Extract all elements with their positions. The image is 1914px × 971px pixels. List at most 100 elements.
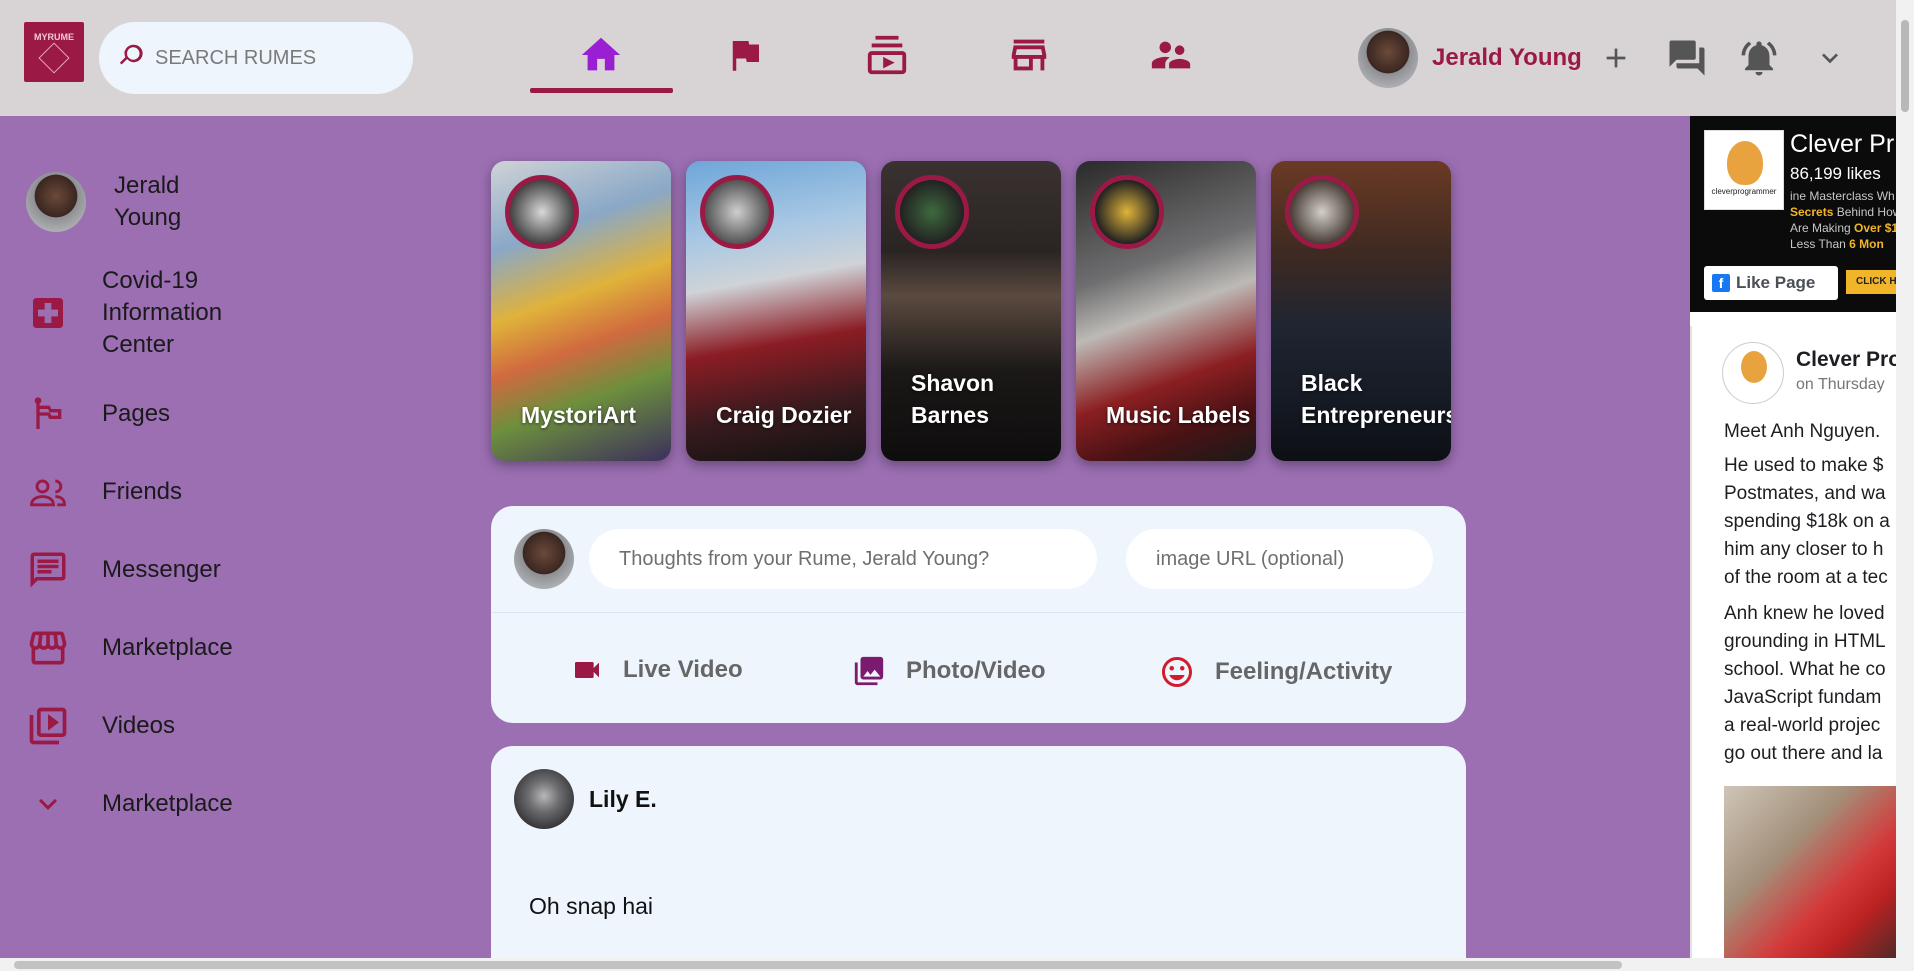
sidebar-item-label: Friends [102, 478, 183, 505]
nav-home-tab[interactable] [576, 30, 626, 80]
post-photo[interactable] [1724, 786, 1896, 958]
story-card[interactable]: Music Labels [1076, 161, 1256, 461]
composer-message-field[interactable] [589, 529, 1097, 589]
avatar[interactable] [514, 769, 574, 829]
horizontal-scrollbar[interactable] [0, 958, 1896, 971]
post-text: Oh snap hai [529, 893, 654, 919]
story-card[interactable]: Black Entrepreneurs [1271, 161, 1451, 461]
scrollbar-thumb[interactable] [1901, 20, 1909, 112]
post-line: him any closer to h [1724, 539, 1884, 560]
account-menu-button[interactable] [1814, 34, 1846, 87]
story-title: Black Entrepreneurs [1301, 370, 1451, 428]
nav-marketplace-tab[interactable] [1004, 30, 1054, 80]
sidebar-item-label: Pages [102, 400, 171, 427]
notifications-active-icon [1741, 41, 1777, 76]
people-icon [30, 479, 66, 507]
supervised-user-icon [1151, 41, 1191, 69]
page-logo: cleverprogrammer [1704, 130, 1784, 210]
search-box[interactable] [99, 22, 413, 94]
post-line: school. What he co [1724, 659, 1886, 680]
nav-watch-tab[interactable] [862, 30, 912, 80]
sidebar-item-label: Messenger [102, 556, 221, 583]
scrollbar-thumb[interactable] [14, 961, 1622, 969]
story-card[interactable]: Shavon Barnes [881, 161, 1061, 461]
sidebar-item-label: Marketplace [102, 790, 233, 817]
like-page-button[interactable]: f Like Page [1704, 266, 1838, 300]
add-button[interactable] [1600, 34, 1632, 87]
notifications-button[interactable] [1738, 34, 1780, 87]
sidebar-item-more[interactable]: Marketplace [26, 782, 233, 826]
story-card[interactable]: MystoriArt [491, 161, 671, 461]
post-author[interactable]: Lily E. [589, 786, 657, 813]
sidebar-item-friends[interactable]: Friends [26, 470, 182, 514]
banner-line: ine Masterclass Wh [1790, 189, 1895, 203]
sidebar-item-messenger[interactable]: Messenger [26, 548, 221, 592]
sidebar-item-label: Covid-19 Information Center [102, 267, 223, 358]
page-title: Clever Pr [1790, 130, 1895, 158]
story-avatar [1090, 175, 1164, 249]
banner-line: Are Making Over $100,000 [1790, 221, 1896, 235]
myrume-logo[interactable]: MYRUME [24, 22, 84, 82]
avatar-face-icon [1741, 351, 1767, 383]
sidebar-item-marketplace[interactable]: Marketplace [26, 626, 233, 670]
active-tab-indicator [530, 88, 673, 93]
sidebar-item-pages[interactable]: Pages [26, 392, 170, 436]
flag-icon [732, 41, 759, 71]
sidebar-item-videos[interactable]: Videos [26, 704, 175, 748]
page-name[interactable]: Clever Pro [1796, 348, 1896, 372]
photo-library-icon [854, 656, 884, 686]
option-label: Feeling/Activity [1215, 658, 1393, 685]
image-url-input[interactable] [1156, 547, 1433, 571]
sidebar-user-profile[interactable]: Jerald Young [26, 170, 204, 234]
post-composer: Live Video Photo/Video Feeling/Activity [491, 506, 1466, 723]
post-date[interactable]: on Thursday [1796, 376, 1885, 394]
click-here-button[interactable]: CLICK HE [1846, 270, 1896, 294]
avatar [514, 529, 574, 589]
videocam-icon [575, 662, 599, 678]
story-card[interactable]: Craig Dozier [686, 161, 866, 461]
post-line: Meet Anh Nguyen. [1724, 421, 1881, 442]
header-user-profile[interactable]: Jerald Young [1358, 28, 1582, 88]
subscriptions-icon [867, 35, 907, 75]
live-video-option[interactable]: Live Video [571, 654, 743, 686]
page-avatar[interactable] [1722, 342, 1784, 404]
banner-subtext: ine Masterclass Wh Secrets Behind How Ar… [1790, 188, 1896, 252]
post-line: go out there and la [1724, 743, 1883, 764]
nav-groups-tab[interactable] [1146, 30, 1196, 80]
page-post-card: Clever Pro on Thursday Meet Anh Nguyen. … [1690, 326, 1896, 958]
story-avatar [505, 175, 579, 249]
home-icon [581, 37, 621, 71]
expand-more-icon [39, 798, 57, 810]
storefront-icon [29, 631, 67, 665]
nav-pages-tab[interactable] [720, 30, 770, 80]
post-line: spending $18k on a [1724, 511, 1890, 532]
post-line: Anh knew he loved [1724, 603, 1885, 624]
post-line: He used to make $ [1724, 455, 1884, 476]
sidebar-item-label: Marketplace [102, 634, 233, 661]
messenger-button[interactable] [1666, 34, 1708, 87]
local-hospital-icon [33, 298, 63, 328]
emoji-flags-icon [34, 397, 62, 429]
post-line: JavaScript fundam [1724, 687, 1882, 708]
composer-image-field[interactable] [1126, 529, 1433, 589]
add-icon [1606, 48, 1626, 68]
story-title: Music Labels [1106, 402, 1251, 428]
storefront-icon [1011, 39, 1047, 71]
vertical-scrollbar[interactable] [1896, 0, 1914, 971]
search-icon [117, 41, 147, 76]
composer-divider [491, 612, 1466, 613]
post-line: a real-world projec [1724, 715, 1881, 736]
sponsored-widget: cleverprogrammer Clever Pr 86,199 likes … [1690, 116, 1896, 958]
cube-icon [38, 42, 70, 74]
page-banner[interactable]: cleverprogrammer Clever Pr 86,199 likes … [1690, 116, 1896, 312]
story-avatar [700, 175, 774, 249]
facebook-icon: f [1712, 274, 1730, 292]
photo-video-option[interactable]: Photo/Video [852, 654, 1046, 688]
post-line: of the room at a tec [1724, 567, 1888, 588]
search-input[interactable] [155, 46, 395, 70]
story-avatar [1285, 175, 1359, 249]
feeling-activity-option[interactable]: Feeling/Activity [1159, 654, 1392, 690]
post-line: Postmates, and wa [1724, 483, 1886, 504]
message-input[interactable] [619, 547, 1097, 571]
sidebar-item-covid[interactable]: Covid-19 Information Center [26, 265, 242, 361]
